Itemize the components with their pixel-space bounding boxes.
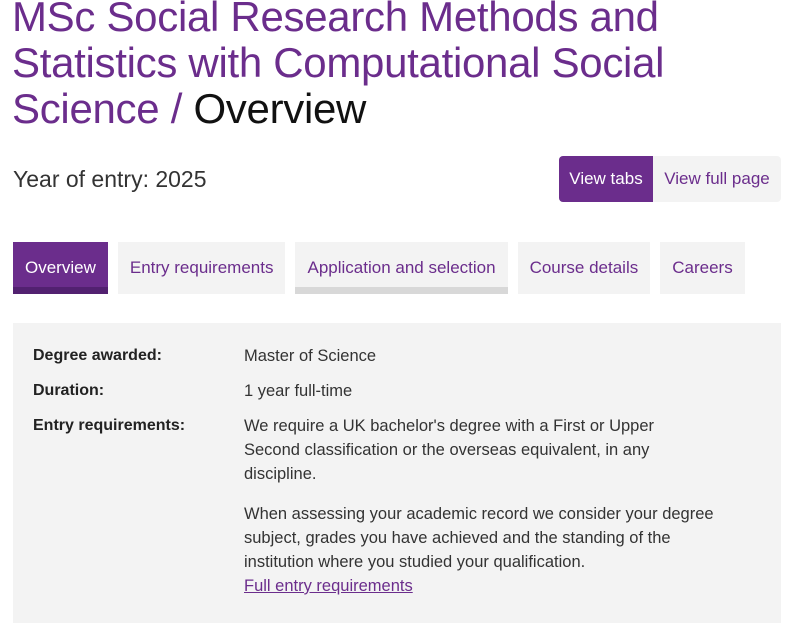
current-section: Overview <box>193 85 367 132</box>
view-full-page-button[interactable]: View full page <box>653 156 781 202</box>
tab-entry-requirements[interactable]: Entry requirements <box>117 242 286 294</box>
tab-overview[interactable]: Overview <box>13 242 108 294</box>
tab-course-details[interactable]: Course details <box>517 242 651 294</box>
breadcrumb-separator: / <box>159 85 194 132</box>
entry-requirements-value: We require a UK bachelor's degree with a… <box>244 414 714 598</box>
entry-requirements-label: Entry requirements: <box>33 417 186 434</box>
view-toggle: View tabs View full page <box>559 156 781 202</box>
view-tabs-button[interactable]: View tabs <box>559 156 653 202</box>
degree-value: Master of Science <box>244 347 377 365</box>
full-entry-requirements-link[interactable]: Full entry requirements <box>244 574 413 598</box>
assessment-text: When assessing your academic record we c… <box>244 505 714 571</box>
course-summary-panel: Degree awarded: Master of Science Durati… <box>13 323 781 623</box>
entry-requirements-text: We require a UK bachelor's degree with a… <box>244 417 655 483</box>
duration-value: 1 year full-time <box>244 382 353 400</box>
tab-careers[interactable]: Careers <box>660 242 745 294</box>
tab-application-and-selection[interactable]: Application and selection <box>295 242 508 294</box>
section-tabs: Overview Entry requirements Application … <box>13 242 745 294</box>
page-title: MSc Social Research Methods and Statisti… <box>12 0 782 132</box>
degree-label: Degree awarded: <box>33 347 162 364</box>
year-of-entry: Year of entry: 2025 <box>13 166 207 192</box>
duration-label: Duration: <box>33 382 105 399</box>
